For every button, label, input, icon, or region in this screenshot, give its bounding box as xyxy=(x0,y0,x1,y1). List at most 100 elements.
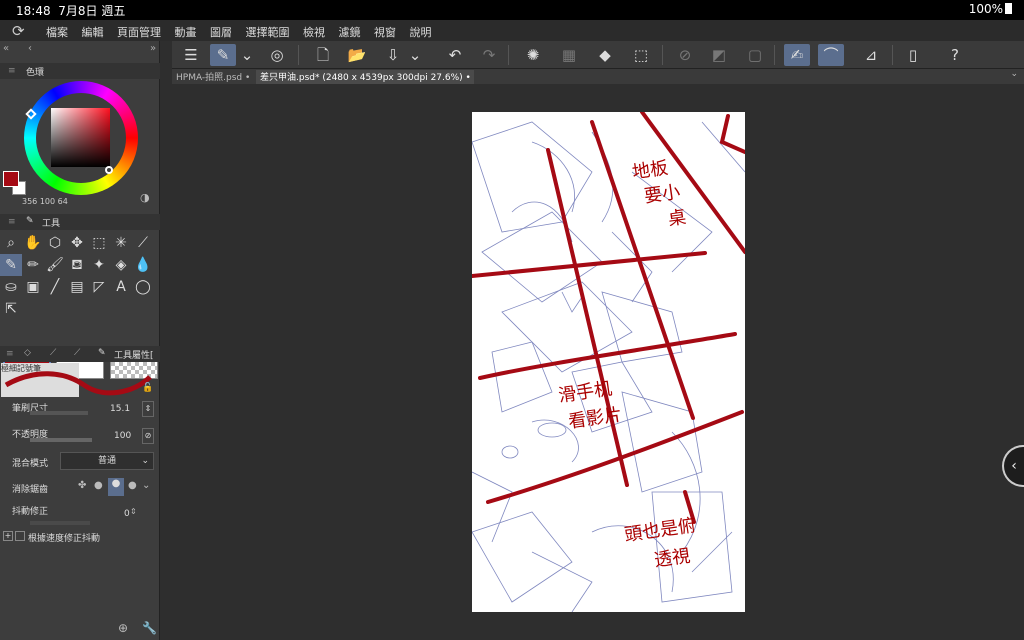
gradient-tool-icon[interactable]: ▣ xyxy=(22,276,44,298)
open-folder-icon[interactable]: 📂 xyxy=(344,44,370,66)
transform-icon[interactable]: ⬚ xyxy=(628,44,654,66)
fill-icon[interactable]: ◆ xyxy=(592,44,618,66)
property-tab-icon[interactable]: ✎ xyxy=(98,348,106,358)
stabilization-value[interactable]: 0 xyxy=(124,509,130,519)
brush-tab2-icon[interactable]: ⟋ xyxy=(74,348,80,358)
move-tool-icon[interactable]: ✥ xyxy=(66,232,88,254)
drag-handle-icon[interactable]: ≡ xyxy=(6,349,14,359)
operation-tool-icon[interactable]: ⬡ xyxy=(44,232,66,254)
menu-filter[interactable]: 濾鏡 xyxy=(339,26,361,39)
balloon-tool-icon[interactable]: ◯ xyxy=(132,276,154,298)
airbrush-tool-icon[interactable]: ⛾ xyxy=(66,254,88,276)
lock-icon[interactable]: 🔓 xyxy=(142,383,153,393)
stabilization-slider[interactable] xyxy=(30,521,90,525)
brush-tab-icon[interactable]: ⟋ xyxy=(50,348,56,358)
pen-pressure-icon[interactable]: ✍ xyxy=(784,44,810,66)
hue-ring[interactable] xyxy=(24,81,138,195)
correct-line-tool-icon[interactable]: ⇱ xyxy=(0,298,22,320)
ruler-icon[interactable]: ⊿ xyxy=(858,44,884,66)
drag-handle-icon[interactable]: ≡ xyxy=(8,66,16,76)
opacity-reset-icon[interactable]: ⊘ xyxy=(142,428,154,444)
phone-icon[interactable]: ▯ xyxy=(900,44,926,66)
undo-icon[interactable]: ↶ xyxy=(442,44,468,66)
opacity-value[interactable]: 100 xyxy=(114,431,131,441)
antialias-medium-icon[interactable]: ● xyxy=(108,478,124,496)
selection-tool-icon[interactable]: ⬚ xyxy=(88,232,110,254)
redo-icon[interactable]: ↷ xyxy=(476,44,502,66)
menu-animation[interactable]: 動畫 xyxy=(175,26,197,39)
eraser-tool-icon[interactable]: ◈ xyxy=(110,254,132,276)
collapse-left-icon[interactable]: « xyxy=(3,43,9,54)
ruler-tool-icon[interactable]: ◸ xyxy=(88,276,110,298)
brush-size-slider[interactable] xyxy=(30,411,88,415)
menu-help[interactable]: 說明 xyxy=(410,26,432,39)
text-tool-icon[interactable]: A xyxy=(110,276,132,298)
speed-stab-checkbox[interactable] xyxy=(15,531,25,541)
expand-icon[interactable]: + xyxy=(3,531,13,541)
tabs-chevron-down-icon[interactable]: ⌄ xyxy=(1010,69,1018,79)
pen-tool-icon[interactable]: ✎ xyxy=(0,254,22,276)
color-cursor[interactable] xyxy=(105,166,113,174)
chevron-down-icon[interactable]: ⌄ xyxy=(142,480,150,491)
brush-size-value[interactable]: 15.1 xyxy=(110,404,130,414)
download-icon[interactable]: ⊕ xyxy=(118,621,128,635)
antialias-strong-icon[interactable]: ● xyxy=(128,480,137,491)
color-settings-icon[interactable]: ◑ xyxy=(140,191,150,204)
invert-selection-icon[interactable]: ◩ xyxy=(706,44,732,66)
eyedropper-tool-icon[interactable]: ⟋ xyxy=(132,232,154,254)
chevron-down-icon[interactable]: ⌄ xyxy=(240,44,254,66)
antialias-none-icon[interactable]: ✤ xyxy=(78,480,86,491)
tab-document-2[interactable]: 差只甲油.psd* (2480 x 4539px 300dpi 27.6%) • xyxy=(256,70,474,84)
close-icon[interactable]: • xyxy=(466,73,471,83)
menu-edit[interactable]: 編輯 xyxy=(82,26,104,39)
pencil-tool-icon[interactable]: ✏ xyxy=(22,254,44,276)
chevron-left-icon[interactable]: ‹ xyxy=(28,43,32,54)
menu-layer[interactable]: 圖層 xyxy=(210,26,232,39)
layer-property-icon[interactable]: ▦ xyxy=(556,44,582,66)
help-icon[interactable]: ? xyxy=(942,44,968,66)
frame-tool-icon[interactable]: ▤ xyxy=(66,276,88,298)
brush-size-stepper[interactable]: ⇕ xyxy=(142,401,154,417)
blend-tool-icon[interactable]: 💧 xyxy=(132,254,154,276)
close-icon[interactable]: • xyxy=(245,73,250,83)
tab-label: HPMA-拍照.psd xyxy=(176,73,243,83)
divider xyxy=(774,45,775,65)
decoration-tool-icon[interactable]: ✦ xyxy=(88,254,110,276)
hamburger-icon[interactable]: ☰ xyxy=(178,44,204,66)
companion-icon[interactable]: ◎ xyxy=(264,44,290,66)
brush-tool-icon[interactable]: 🖌 xyxy=(44,254,66,276)
layer-tab-icon[interactable]: ◇ xyxy=(24,348,31,358)
tab-document-1[interactable]: HPMA-拍照.psd • xyxy=(172,70,252,84)
speed-stab-label: 根據速度修正抖動 xyxy=(28,534,101,544)
zoom-tool-icon[interactable]: ⌕ xyxy=(0,232,22,254)
opacity-slider[interactable] xyxy=(30,438,92,442)
drag-handle-icon[interactable]: ≡ xyxy=(8,217,16,227)
main-color-swatch[interactable] xyxy=(3,171,19,187)
hand-tool-icon[interactable]: ✋ xyxy=(22,232,44,254)
figure-tool-icon[interactable]: ╱ xyxy=(44,276,66,298)
magic-wand-tool-icon[interactable]: ✳ xyxy=(110,232,132,254)
antialias-weak-icon[interactable]: ● xyxy=(94,480,103,491)
new-file-icon[interactable]: 🗋 xyxy=(310,44,336,66)
clear-selection-icon[interactable]: ⊘ xyxy=(672,44,698,66)
menu-window[interactable]: 視窗 xyxy=(374,26,396,39)
hue-cursor[interactable] xyxy=(25,108,37,120)
fill-tool-icon[interactable]: ⛀ xyxy=(0,276,22,298)
stabilization-stepper[interactable]: ⇕ xyxy=(130,507,137,516)
selection-border-icon[interactable]: ▢ xyxy=(742,44,768,66)
save-chevron-down-icon[interactable]: ⌄ xyxy=(408,44,422,66)
save-icon[interactable]: ⇩ xyxy=(380,44,406,66)
quick-access-icon[interactable]: ✎ xyxy=(210,44,236,66)
menu-selection[interactable]: 選擇範圍 xyxy=(246,26,290,39)
drawing-canvas[interactable]: 地板 要小 桌 滑手机 看影片 頭也是俯 透視 xyxy=(472,112,745,612)
wrench-icon[interactable]: 🔧 xyxy=(142,621,157,635)
brush-shape-icon[interactable]: ⌒ xyxy=(818,44,844,66)
blend-mode-select[interactable]: 普通 ⌄ xyxy=(60,452,154,470)
collapse-right-icon[interactable]: » xyxy=(150,43,156,54)
menu-file[interactable]: 檔案 xyxy=(46,26,68,39)
app-logo-icon[interactable]: ⟳ xyxy=(12,22,25,40)
menu-view[interactable]: 檢視 xyxy=(303,26,325,39)
menu-page[interactable]: 頁面管理 xyxy=(117,26,161,39)
saturation-square[interactable] xyxy=(51,108,110,167)
loading-icon[interactable]: ✺ xyxy=(520,44,546,66)
